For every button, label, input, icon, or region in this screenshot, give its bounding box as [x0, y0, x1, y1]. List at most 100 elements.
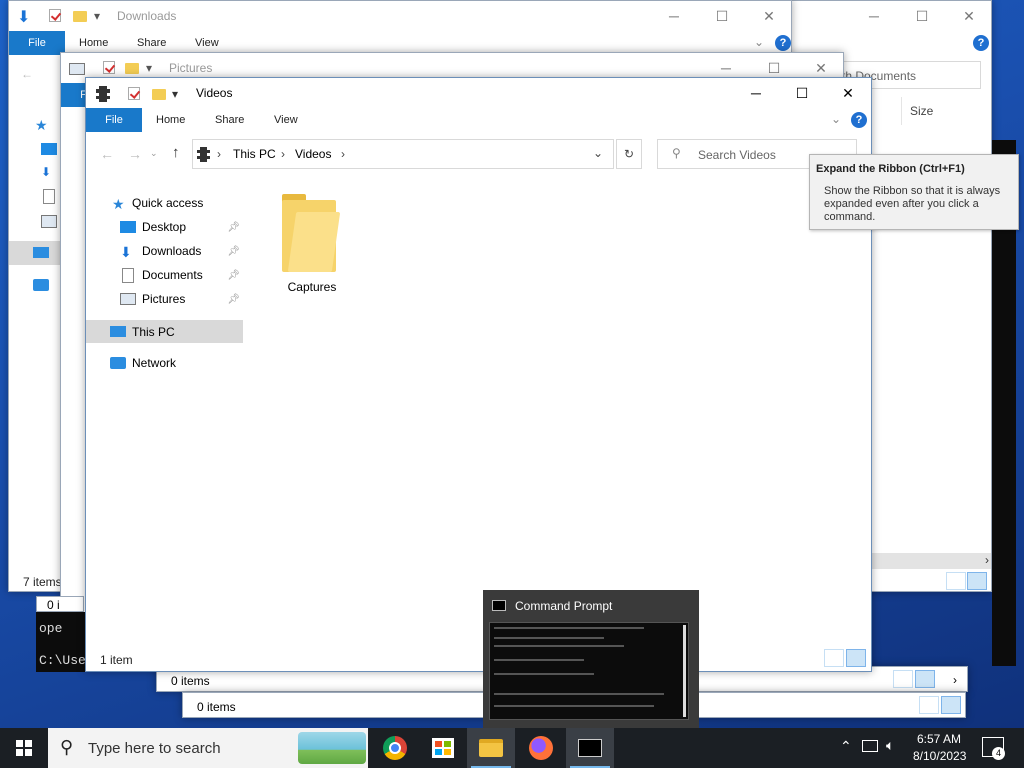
pin-icon[interactable]: 📌︎ [227, 294, 240, 305]
tab-view[interactable]: View [274, 114, 298, 126]
customize-toolbar-icon[interactable]: ▾ [146, 61, 152, 75]
cmd-icon [492, 600, 506, 611]
tab-home[interactable]: Home [156, 114, 185, 126]
help-icon[interactable]: ? [851, 112, 867, 128]
command-prompt-taskbar-button[interactable] [566, 728, 614, 768]
network-icon [110, 357, 126, 369]
expand-ribbon-icon[interactable]: ⌄ [754, 35, 764, 49]
properties-icon[interactable] [128, 87, 140, 103]
address-bar[interactable]: › This PC › Videos › ⌄ [192, 139, 614, 169]
maximize-button[interactable]: ☐ [699, 1, 745, 31]
tab-home[interactable]: Home [79, 37, 108, 49]
download-arrow-icon: ⬇ [17, 9, 31, 26]
breadcrumb-separator-icon[interactable]: › [341, 147, 345, 161]
breadcrumb-videos[interactable]: Videos [295, 147, 331, 161]
address-dropdown-icon[interactable]: ⌄ [593, 146, 603, 160]
tab-file[interactable]: File [9, 31, 65, 55]
help-icon[interactable]: ? [775, 35, 791, 51]
nav-desktop[interactable]: Desktop 📌︎ [120, 216, 244, 238]
scrollbar-horizontal[interactable]: › [871, 553, 991, 569]
nav-downloads[interactable]: ⬇ Downloads 📌︎ [120, 240, 244, 262]
scroll-right-arrow[interactable]: › [953, 673, 957, 687]
close-button[interactable]: ✕ [825, 78, 871, 108]
nav-label: This PC [132, 324, 175, 339]
customize-toolbar-icon[interactable]: ▾ [172, 87, 178, 101]
network-icon [33, 279, 49, 291]
breadcrumb-separator-icon[interactable]: › [217, 147, 221, 161]
chrome-taskbar-button[interactable] [371, 728, 419, 768]
tab-share[interactable]: Share [137, 37, 166, 49]
desktop-icon [41, 143, 57, 155]
volume-icon[interactable]: 🔈︎ [886, 737, 894, 754]
tab-file[interactable]: File [86, 108, 142, 132]
cmd-icon [578, 739, 602, 757]
details-view-button[interactable] [893, 670, 913, 688]
notification-center-button[interactable]: 4 [982, 737, 1005, 760]
details-view-button[interactable] [946, 572, 966, 590]
details-view-button[interactable] [824, 649, 844, 667]
details-view-button[interactable] [919, 696, 939, 714]
nav-network[interactable]: Network [110, 352, 176, 374]
search-icon: ⚲ [60, 737, 74, 757]
large-icons-view-button[interactable] [846, 649, 866, 667]
tab-share[interactable]: Share [215, 114, 244, 126]
help-icon[interactable]: ? [973, 35, 989, 51]
network-status-icon[interactable] [862, 740, 878, 752]
pictures-icon [69, 63, 85, 75]
cmd-preview-popup[interactable]: Command Prompt [483, 590, 699, 728]
breadcrumb-separator-icon[interactable]: › [281, 147, 285, 161]
new-folder-icon[interactable] [152, 88, 166, 102]
breadcrumb-this-pc[interactable]: This PC [233, 147, 276, 161]
firefox-taskbar-button[interactable] [517, 728, 565, 768]
file-explorer-taskbar-button[interactable] [467, 728, 515, 768]
nav-documents[interactable]: Documents 📌︎ [120, 264, 244, 286]
large-icons-view-button[interactable] [967, 572, 987, 590]
forward-arrow-icon[interactable]: → [128, 146, 142, 162]
pin-icon[interactable]: 📌︎ [227, 246, 240, 257]
close-button[interactable]: ✕ [746, 1, 791, 31]
back-arrow-icon[interactable]: ← [100, 146, 114, 162]
new-folder-icon[interactable] [125, 62, 139, 76]
firefox-icon [529, 736, 553, 760]
nav-quick-access[interactable]: ★ Quick access [112, 192, 203, 214]
titlebar-videos[interactable]: ▾ Videos ─ ☐ ✕ [86, 78, 871, 108]
refresh-button[interactable]: ↻ [616, 139, 642, 169]
maximize-button[interactable]: ☐ [899, 1, 945, 31]
minimize-button[interactable]: ─ [851, 1, 897, 31]
nav-this-pc[interactable]: This PC [86, 320, 243, 343]
show-hidden-icons-chevron-icon[interactable]: ⌃ [840, 738, 852, 755]
expand-ribbon-icon[interactable]: ⌄ [831, 112, 841, 126]
clock-date[interactable]: 8/10/2023 [913, 749, 966, 763]
folder-item-captures[interactable]: Captures [272, 190, 352, 300]
item-count-fragment: 0 i [47, 598, 60, 612]
properties-icon[interactable] [49, 9, 61, 25]
large-icons-view-button[interactable] [941, 696, 961, 714]
tab-view[interactable]: View [195, 37, 219, 49]
large-icons-view-button[interactable] [915, 670, 935, 688]
quick-access-star-icon: ★ [112, 196, 125, 212]
clock-time[interactable]: 6:57 AM [917, 732, 961, 746]
store-taskbar-button[interactable] [419, 728, 467, 768]
close-button[interactable]: ✕ [946, 1, 991, 31]
back-arrow-icon[interactable]: ← [21, 67, 33, 81]
video-film-icon [96, 86, 110, 102]
customize-toolbar-icon[interactable]: ▾ [94, 9, 100, 23]
nav-pictures[interactable]: Pictures 📌︎ [120, 288, 244, 310]
expand-ribbon-tooltip: Expand the Ribbon (Ctrl+F1) Show the Rib… [809, 154, 1019, 230]
pin-icon[interactable]: 📌︎ [227, 222, 240, 233]
taskbar-search-box[interactable]: ⚲ Type here to search [48, 728, 368, 768]
pin-icon[interactable]: 📌︎ [227, 270, 240, 281]
column-header-size[interactable]: Size [901, 97, 985, 125]
minimize-button[interactable]: ─ [651, 1, 697, 31]
new-folder-icon[interactable] [73, 10, 87, 24]
minimize-button[interactable]: ─ [733, 78, 779, 108]
up-arrow-icon[interactable]: ↑ [172, 144, 180, 161]
folder-name: Captures [287, 280, 337, 294]
titlebar-downloads[interactable]: ⬇ ▾ Downloads ─ ☐ ✕ [9, 1, 791, 31]
this-pc-row-highlight[interactable] [9, 241, 61, 265]
properties-icon[interactable] [103, 61, 115, 77]
recent-locations-icon[interactable]: ⌄ [150, 148, 158, 159]
search-placeholder: Search Videos [698, 148, 776, 162]
start-button[interactable] [0, 728, 48, 768]
maximize-button[interactable]: ☐ [779, 78, 825, 108]
